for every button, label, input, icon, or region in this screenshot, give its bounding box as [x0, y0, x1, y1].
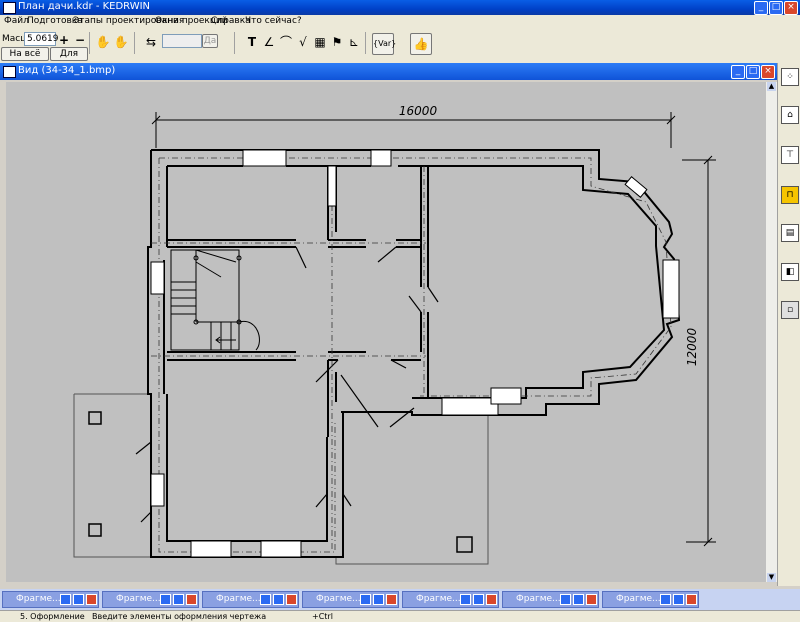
scroll-up-icon[interactable]: ▲: [767, 82, 776, 91]
angle-text-icon[interactable]: ∠: [260, 33, 278, 51]
fragment-tab[interactable]: Фрагме...: [602, 591, 699, 608]
status-key: +Ctrl: [312, 612, 333, 621]
fragment-tab[interactable]: Фрагме...: [302, 591, 399, 608]
status-stage: 5. Оформление: [20, 612, 85, 621]
app-icon: [3, 2, 16, 14]
hatch-icon[interactable]: ▦: [311, 33, 329, 51]
thumbs-up-button[interactable]: 👍: [410, 33, 432, 55]
fragment-taskbar: Фрагме... Фрагме... Фрагме... Фрагме... …: [0, 589, 800, 610]
dimension-tool-icon[interactable]: ⊤: [781, 146, 799, 164]
column-square: [456, 536, 473, 553]
building-icon[interactable]: ⌂: [781, 106, 799, 124]
vertical-scrollbar[interactable]: ▲ ▼: [766, 82, 777, 582]
close-button[interactable]: ×: [784, 1, 798, 15]
scale-input[interactable]: 5.0619: [24, 32, 59, 46]
app-title: План дачи.kdr - KEDRWIN: [18, 1, 151, 12]
fragment-tab[interactable]: Фрагме...: [502, 591, 599, 608]
scroll-down-icon[interactable]: ▼: [767, 573, 776, 582]
right-toolbar: ⁘ ⌂ ⊤ ⊓ ▤ ◧ ▫: [777, 63, 800, 586]
fragment-tab[interactable]: Фрагме...: [402, 591, 499, 608]
fragment-tab[interactable]: Фрагме...: [102, 591, 199, 608]
pan-stop-icon[interactable]: ✋: [112, 33, 130, 51]
stairs-icon[interactable]: ⊓: [781, 186, 799, 204]
leader-icon[interactable]: ⊾: [345, 33, 363, 51]
status-hint: Введите элементы оформления чертежа: [92, 612, 267, 621]
view-minimize-button[interactable]: _: [731, 65, 745, 79]
square-root-icon[interactable]: √: [294, 33, 312, 51]
view-window: Вид (34-34_1.bmp) _ □ × 16000 12000 ▲ ▼: [0, 63, 777, 586]
hatch-pattern-icon[interactable]: ▤: [781, 224, 799, 242]
for-all-button[interactable]: Для всех: [50, 47, 88, 71]
fragment-icon[interactable]: ◧: [781, 263, 799, 281]
pan-tool-icon[interactable]: ✋: [94, 33, 112, 51]
column-square: [88, 523, 102, 537]
floor-plan: 16000 12000: [73, 104, 716, 565]
toolbar: Масшт 5.0619 + − На всё окно Для всех ✋ …: [0, 29, 800, 71]
disabled-tool-icon[interactable]: ▫: [781, 301, 799, 319]
fragment-tab[interactable]: Фрагме...: [202, 591, 299, 608]
fragment-tab[interactable]: Фрагме...: [2, 591, 99, 608]
app-titlebar: План дачи.kdr - KEDRWIN _ □ ×: [0, 0, 800, 15]
layer-select[interactable]: [162, 34, 202, 48]
arrows-swap-icon[interactable]: ⇆: [142, 33, 160, 51]
arc-dimension-icon[interactable]: ⌒: [277, 33, 295, 51]
view-titlebar: Вид (34-34_1.bmp) _ □ ×: [0, 63, 777, 80]
view-title: Вид (34-34_1.bmp): [18, 65, 116, 76]
view-maximize-button[interactable]: □: [746, 65, 760, 79]
drawing-canvas[interactable]: 16000 12000: [6, 82, 766, 582]
maximize-button[interactable]: □: [769, 1, 783, 15]
wall-niche: [327, 165, 337, 207]
text-tool-icon[interactable]: T: [243, 33, 261, 51]
fit-all-button[interactable]: На всё окно: [1, 47, 49, 71]
menubar: Файл Подготовка Этапы проектирования Окн…: [0, 15, 800, 29]
snap-points-icon[interactable]: ⁘: [781, 68, 799, 86]
menu-file[interactable]: Файл: [4, 16, 29, 26]
variables-button[interactable]: {Var}: [372, 33, 396, 55]
column-square: [88, 411, 102, 425]
menu-whats-now[interactable]: Что сейчас?: [245, 16, 302, 26]
dimension-width: 16000: [399, 104, 438, 118]
flag-icon[interactable]: ⚑: [328, 33, 346, 51]
view-close-button[interactable]: ×: [761, 65, 775, 79]
minimize-button[interactable]: _: [754, 1, 768, 15]
status-bar: 5. Оформление Введите элементы оформлени…: [0, 610, 800, 622]
disabled-button[interactable]: Да: [202, 34, 218, 48]
dimension-height: 12000: [685, 328, 699, 367]
view-icon: [3, 66, 16, 78]
